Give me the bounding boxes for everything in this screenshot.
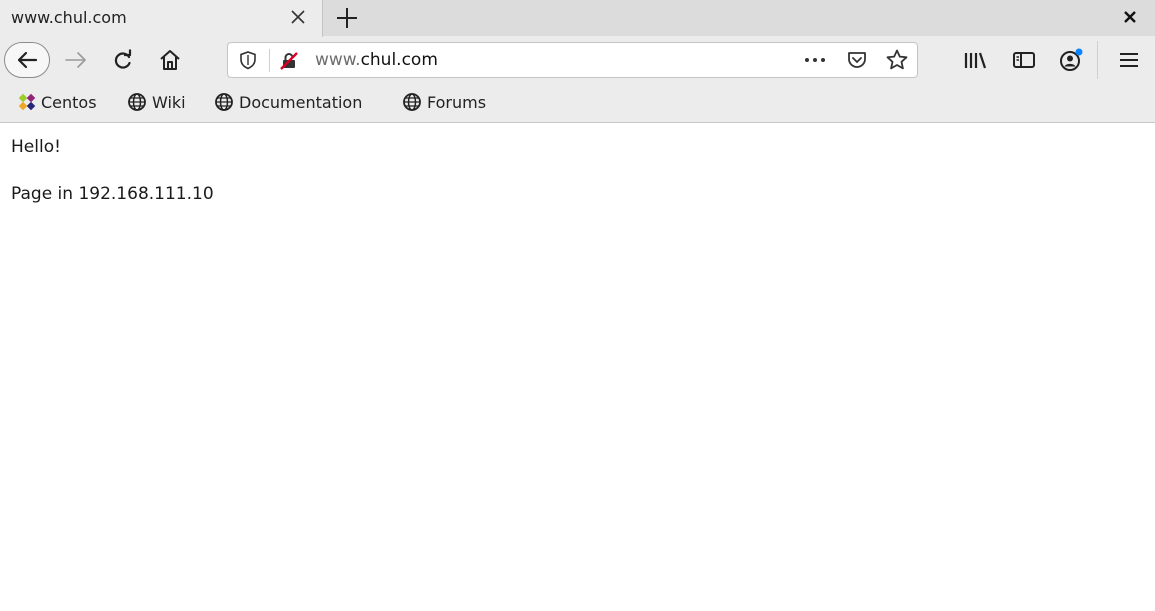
url-domain: chul.com	[360, 50, 438, 70]
library-button[interactable]	[960, 44, 992, 76]
home-button[interactable]	[154, 44, 186, 76]
address-bar[interactable]: www.chul.com	[227, 42, 918, 78]
new-tab-icon[interactable]	[335, 6, 359, 30]
home-icon	[160, 50, 180, 70]
forward-button[interactable]	[60, 44, 92, 76]
bookmark-label: Centos	[41, 92, 97, 112]
reload-icon	[114, 49, 132, 69]
account-icon	[1060, 48, 1083, 71]
bookmarks-toolbar: Centos Wiki Documentation Forums	[0, 85, 1155, 119]
greeting-text: Hello!	[11, 137, 61, 157]
bookmark-forums[interactable]: Forums	[402, 90, 486, 114]
page-actions-icon[interactable]	[804, 50, 826, 70]
navigation-toolbar: www.chul.com	[0, 37, 1155, 83]
back-arrow-icon	[17, 51, 38, 69]
hamburger-menu-icon	[1120, 53, 1138, 67]
globe-icon	[215, 93, 233, 111]
globe-icon	[128, 93, 146, 111]
account-button[interactable]	[1055, 44, 1087, 76]
bookmark-documentation[interactable]: Documentation	[214, 90, 362, 114]
reload-button[interactable]	[107, 44, 139, 76]
urlbar-separator	[269, 49, 270, 72]
tracking-protection-shield-icon[interactable]	[238, 50, 258, 70]
library-icon	[964, 52, 987, 69]
tab-active[interactable]: www.chul.com	[0, 0, 323, 37]
centos-icon	[18, 93, 36, 111]
toolbar-separator	[1097, 41, 1098, 79]
bookmark-label: Wiki	[152, 92, 186, 112]
browser-chrome: www.chul.com www.chul.com Centos Wiki Do…	[0, 0, 1155, 123]
insecure-connection-icon[interactable]	[279, 51, 299, 71]
sidebar-icon	[1013, 52, 1035, 68]
bookmark-label: Forums	[427, 92, 487, 112]
bookmark-centos[interactable]: Centos	[18, 90, 97, 114]
close-tab-icon[interactable]	[288, 7, 308, 27]
menu-button[interactable]	[1113, 44, 1145, 76]
bookmark-star-icon[interactable]	[885, 48, 909, 72]
tab-strip: www.chul.com	[0, 0, 1155, 37]
bookmark-label: Documentation	[239, 92, 363, 112]
window-close-icon[interactable]	[1121, 8, 1139, 26]
globe-icon	[403, 93, 421, 111]
server-ip-text: Page in 192.168.111.10	[11, 184, 214, 204]
url-text[interactable]: www.chul.com	[315, 50, 438, 70]
back-button[interactable]	[4, 42, 50, 78]
tab-title: www.chul.com	[11, 8, 127, 27]
bookmark-wiki[interactable]: Wiki	[127, 90, 186, 114]
sidebar-button[interactable]	[1008, 44, 1040, 76]
forward-arrow-icon	[65, 52, 86, 68]
url-prefix: www.	[315, 50, 361, 70]
pocket-icon[interactable]	[846, 49, 868, 71]
